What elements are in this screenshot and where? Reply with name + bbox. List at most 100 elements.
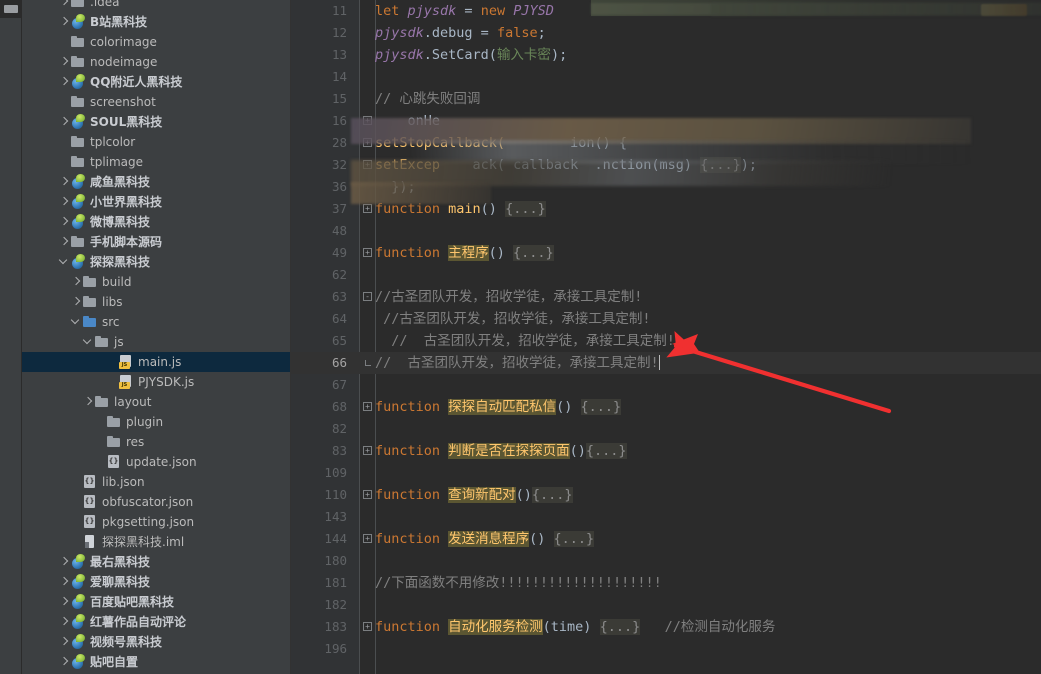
tree-item-B站黑科技[interactable]: B站黑科技	[22, 12, 290, 32]
code-line-16[interactable]: 16 + onHe	[291, 110, 1041, 132]
code-line-36[interactable]: 36 });	[291, 176, 1041, 198]
tree-item-.idea[interactable]: .idea	[22, 0, 290, 12]
project-tree-panel[interactable]: .idea B站黑科技 colorimage nodeimage QQ附近人黑科技 scr…	[22, 0, 290, 674]
code-line-109[interactable]: 109	[291, 462, 1041, 484]
code-line-14[interactable]: 14	[291, 66, 1041, 88]
project-toolwindow-tab-icon[interactable]	[0, 0, 22, 18]
tree-item-PJYSDK.js[interactable]: PJYSDK.js	[22, 372, 290, 392]
fold-expand-icon[interactable]: +	[363, 138, 372, 147]
tree-item-js[interactable]: js	[22, 332, 290, 352]
code-line-49[interactable]: 49 + function 主程序() {...}	[291, 242, 1041, 264]
chevron-right-icon[interactable]	[58, 212, 70, 232]
chevron-right-icon[interactable]	[58, 632, 70, 652]
tree-item-小世界黑科技[interactable]: 小世界黑科技	[22, 192, 290, 212]
chevron-right-icon[interactable]	[58, 72, 70, 92]
fold-expand-icon[interactable]: +	[363, 248, 372, 257]
chevron-right-icon[interactable]	[58, 572, 70, 592]
tree-item-百度贴吧黑科技[interactable]: 百度贴吧黑科技	[22, 592, 290, 612]
code-line-28[interactable]: 28 + setStopCallback( ion() {	[291, 132, 1041, 154]
chevron-right-icon[interactable]	[70, 292, 82, 312]
fold-expand-icon[interactable]: +	[363, 534, 372, 543]
fold-expand-icon[interactable]: +	[363, 402, 372, 411]
fold-region-end-icon[interactable]	[365, 360, 371, 366]
chevron-right-icon[interactable]	[58, 52, 70, 72]
code-line-64[interactable]: 64 //古圣团队开发，招收学徒，承接工具定制!	[291, 308, 1041, 330]
chevron-right-icon[interactable]	[82, 392, 94, 412]
chevron-right-icon[interactable]	[58, 0, 70, 12]
fold-expand-icon[interactable]: +	[363, 490, 372, 499]
code-line-67[interactable]: 67	[291, 374, 1041, 396]
code-line-37[interactable]: 37 + function main() {...}	[291, 198, 1041, 220]
fold-expand-icon[interactable]: +	[363, 116, 372, 125]
fold-expand-icon[interactable]: +	[363, 622, 372, 631]
chevron-right-icon[interactable]	[58, 612, 70, 632]
tree-item-lib.json[interactable]: lib.json	[22, 472, 290, 492]
tree-item-最右黑科技[interactable]: 最右黑科技	[22, 552, 290, 572]
code-line-15[interactable]: 15 // 心跳失败回调	[291, 88, 1041, 110]
chevron-right-icon[interactable]	[58, 552, 70, 572]
code-line-48[interactable]: 48	[291, 220, 1041, 242]
code-line-68[interactable]: 68 + function 探探自动匹配私信() {...}	[291, 396, 1041, 418]
tree-item-红薯作品自动评论[interactable]: 红薯作品自动评论	[22, 612, 290, 632]
code-line-143[interactable]: 143	[291, 506, 1041, 528]
tree-item-main.js[interactable]: main.js	[22, 352, 290, 372]
chevron-right-icon[interactable]	[70, 272, 82, 292]
code-line-32[interactable]: 32 + setExcep ack( callback .nction(msg) {…	[291, 154, 1041, 176]
tree-item-plugin[interactable]: plugin	[22, 412, 290, 432]
tree-item-build[interactable]: build	[22, 272, 290, 292]
chevron-right-icon[interactable]	[58, 192, 70, 212]
chevron-right-icon[interactable]	[58, 592, 70, 612]
code-line-196[interactable]: 196	[291, 638, 1041, 660]
tree-item-视频号黑科技[interactable]: 视频号黑科技	[22, 632, 290, 652]
tree-item-pkgsetting.json[interactable]: pkgsetting.json	[22, 512, 290, 532]
code-line-110[interactable]: 110 + function 查询新配对(){...}	[291, 484, 1041, 506]
chevron-down-icon[interactable]	[58, 252, 70, 272]
editor-lines[interactable]: 11 let pjysdk = new PJYSD 12 pjysdk.debug =…	[291, 0, 1041, 674]
tree-item-探探黑科技.iml[interactable]: 探探黑科技.iml	[22, 532, 290, 552]
code-line-183[interactable]: 183 + function 自动化服务检测(time) {...} //检测自动化…	[291, 616, 1041, 638]
tree-item-贴吧自置[interactable]: 贴吧自置	[22, 652, 290, 672]
code-line-66[interactable]: 66 // 古圣团队开发，招收学徒，承接工具定制!	[291, 352, 1041, 374]
code-line-180[interactable]: 180	[291, 550, 1041, 572]
fold-expand-icon[interactable]: +	[363, 204, 372, 213]
tree-item-layout[interactable]: layout	[22, 392, 290, 412]
tree-item-tplimage[interactable]: tplimage	[22, 152, 290, 172]
tree-item-微博黑科技[interactable]: 微博黑科技	[22, 212, 290, 232]
tree-item-obfuscator.json[interactable]: obfuscator.json	[22, 492, 290, 512]
tree-item-libs[interactable]: libs	[22, 292, 290, 312]
tree-item-src[interactable]: src	[22, 312, 290, 332]
code-line-65[interactable]: 65 // 古圣团队开发，招收学徒，承接工具定制!	[291, 330, 1041, 352]
chevron-right-icon[interactable]	[58, 172, 70, 192]
chevron-right-icon[interactable]	[58, 12, 70, 32]
code-line-13[interactable]: 13 pjysdk.SetCard(输入卡密);	[291, 44, 1041, 66]
tree-item-screenshot[interactable]: screenshot	[22, 92, 290, 112]
fold-collapse-icon[interactable]: -	[363, 292, 372, 301]
chevron-right-icon[interactable]	[58, 112, 70, 132]
chevron-down-icon[interactable]	[70, 312, 82, 332]
fold-expand-icon[interactable]: +	[363, 446, 372, 455]
code-line-182[interactable]: 182	[291, 594, 1041, 616]
chevron-right-icon[interactable]	[58, 232, 70, 252]
tree-item-tplcolor[interactable]: tplcolor	[22, 132, 290, 152]
tree-item-爱聊黑科技[interactable]: 爱聊黑科技	[22, 572, 290, 592]
code-line-181[interactable]: 181 //下面函数不用修改!!!!!!!!!!!!!!!!!!!!	[291, 572, 1041, 594]
code-editor[interactable]: 11 let pjysdk = new PJYSD 12 pjysdk.debug =…	[291, 0, 1041, 674]
chevron-down-icon[interactable]	[82, 332, 94, 352]
code-line-11[interactable]: 11 let pjysdk = new PJYSD	[291, 0, 1041, 22]
code-line-83[interactable]: 83 + function 判断是否在探探页面(){...}	[291, 440, 1041, 462]
tree-item-res[interactable]: res	[22, 432, 290, 452]
code-line-144[interactable]: 144 + function 发送消息程序() {...}	[291, 528, 1041, 550]
tree-item-nodeimage[interactable]: nodeimage	[22, 52, 290, 72]
tree-item-探探黑科技[interactable]: 探探黑科技	[22, 252, 290, 272]
tree-item-QQ附近人黑科技[interactable]: QQ附近人黑科技	[22, 72, 290, 92]
fold-expand-icon[interactable]: +	[363, 160, 372, 169]
code-line-62[interactable]: 62	[291, 264, 1041, 286]
code-line-82[interactable]: 82	[291, 418, 1041, 440]
code-line-12[interactable]: 12 pjysdk.debug = false;	[291, 22, 1041, 44]
tree-item-SOUL黑科技[interactable]: SOUL黑科技	[22, 112, 290, 132]
tree-item-咸鱼黑科技[interactable]: 咸鱼黑科技	[22, 172, 290, 192]
tree-item-update.json[interactable]: update.json	[22, 452, 290, 472]
chevron-right-icon[interactable]	[58, 652, 70, 672]
tree-item-手机脚本源码[interactable]: 手机脚本源码	[22, 232, 290, 252]
left-toolwindow-strip[interactable]	[0, 0, 22, 674]
